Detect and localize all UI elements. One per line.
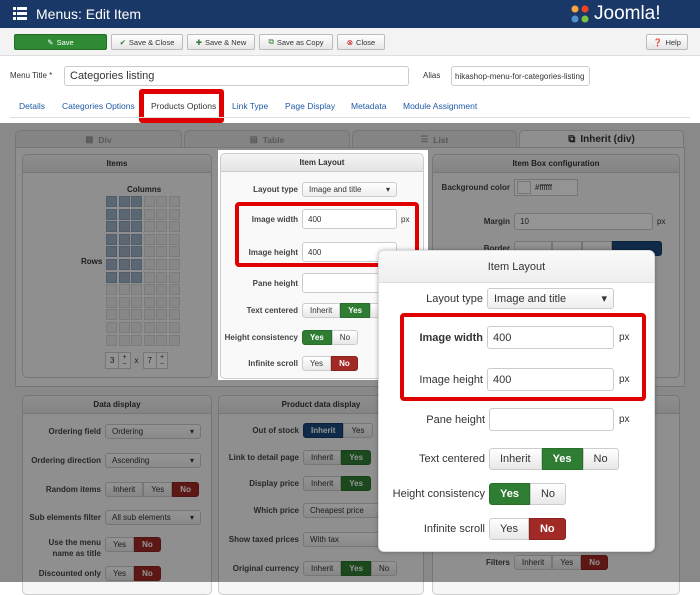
layout-type-select[interactable]: Image and title ▾: [487, 288, 614, 309]
save-new-button[interactable]: ✚ Save & New: [187, 34, 255, 50]
item-layout-title: Item Layout: [221, 154, 423, 172]
joomla-logo: Joomla!: [570, 3, 661, 25]
infinite-scroll-label: Infinite scroll: [423, 523, 485, 535]
brand-name: Joomla!: [594, 3, 661, 24]
toolbar: ✎ Save ✔ Save & Close ✚ Save & New ⧉ Save as…: [0, 28, 700, 56]
toggle-option-no[interactable]: No: [331, 356, 358, 371]
toggle-option-yes[interactable]: Yes: [302, 330, 332, 345]
pane-height-label: Pane height: [252, 278, 298, 288]
close-button[interactable]: ⊗ Close: [337, 34, 385, 50]
height-consistency-label: Height consistency: [224, 333, 298, 342]
tab-categories-options[interactable]: Categories Options: [62, 101, 135, 111]
image-width-label: Image width: [251, 214, 298, 224]
height-consistency-label: Height consistency: [392, 488, 485, 500]
height-consistency-toggle: Yes No: [489, 483, 567, 505]
app-header: Menus: Edit Item Joomla!: [0, 0, 700, 28]
toggle-option-no[interactable]: No: [529, 483, 567, 505]
toggle-option-yes[interactable]: Yes: [489, 483, 530, 505]
image-height-label: Image height: [419, 373, 483, 386]
menu-icon: [13, 7, 27, 20]
image-width-input[interactable]: 400: [302, 209, 397, 229]
tab-page-display[interactable]: Page Display: [285, 101, 335, 111]
help-button[interactable]: ❓ Help: [646, 34, 688, 50]
infinite-scroll-toggle: Yes No: [302, 356, 358, 371]
text-centered-label: Text centered: [246, 306, 298, 315]
toggle-option-no[interactable]: No: [582, 448, 619, 470]
toggle-option-no[interactable]: No: [528, 518, 566, 540]
page-title: Menus: Edit Item: [36, 6, 142, 22]
alias-input[interactable]: hikashop-menu-for-categories-listing: [451, 66, 590, 86]
toggle-option-inherit[interactable]: Inherit: [489, 448, 542, 470]
tabs-divider: [10, 117, 690, 118]
toggle-option-inherit[interactable]: Inherit: [302, 303, 341, 318]
infinite-scroll-label: Infinite scroll: [248, 359, 298, 368]
plus-icon: ✚: [195, 37, 202, 47]
check-icon: ✔: [119, 37, 126, 47]
image-height-input[interactable]: 400: [487, 368, 614, 391]
pane-height-label: Pane height: [426, 413, 485, 426]
layout-type-label: Layout type: [426, 292, 483, 305]
image-width-label: Image width: [419, 331, 483, 344]
toggle-option-no[interactable]: No: [331, 330, 359, 345]
help-icon: ❓: [653, 37, 663, 47]
text-centered-toggle: InheritYesNo: [489, 448, 619, 470]
layout-type-select[interactable]: Image and title ▾: [302, 182, 397, 197]
image-height-label: Image height: [248, 247, 298, 257]
toggle-option-yes[interactable]: Yes: [489, 518, 529, 540]
save-icon: ✎: [47, 37, 54, 47]
alias-label: Alias: [423, 71, 441, 80]
height-consistency-toggle: Yes No: [302, 330, 359, 345]
menu-title-input[interactable]: Categories listing: [64, 66, 409, 86]
save-close-button[interactable]: ✔ Save & Close: [111, 34, 183, 50]
close-icon: ⊗: [346, 37, 354, 47]
toggle-option-yes[interactable]: Yes: [340, 303, 371, 318]
image-width-input[interactable]: 400: [487, 326, 614, 349]
item-layout-zoom-large: Item Layout Layout type Image and title ▾ …: [378, 250, 655, 552]
save-copy-button[interactable]: ⧉ Save as Copy: [259, 34, 333, 50]
tab-metadata[interactable]: Metadata: [351, 101, 386, 111]
copy-icon: ⧉: [268, 37, 274, 46]
tab-products-options[interactable]: Products Options: [151, 101, 216, 111]
infinite-scroll-toggle: Yes No: [489, 518, 566, 540]
tab-module-assignment[interactable]: Module Assignment: [403, 101, 477, 111]
toggle-option-yes[interactable]: Yes: [541, 448, 583, 470]
toggle-option-yes[interactable]: Yes: [302, 356, 332, 371]
tab-details[interactable]: Details: [19, 101, 45, 111]
item-layout-title-large: Item Layout: [379, 251, 654, 283]
tab-link-type[interactable]: Link Type: [232, 101, 268, 111]
layout-type-label: Layout type: [253, 185, 298, 194]
pane-height-input[interactable]: [489, 408, 614, 431]
joomla-logo-icon: [571, 5, 589, 23]
text-centered-label: Text centered: [418, 453, 485, 465]
menu-title-label: Menu Title *: [10, 71, 53, 80]
save-button[interactable]: ✎ Save: [14, 34, 107, 50]
